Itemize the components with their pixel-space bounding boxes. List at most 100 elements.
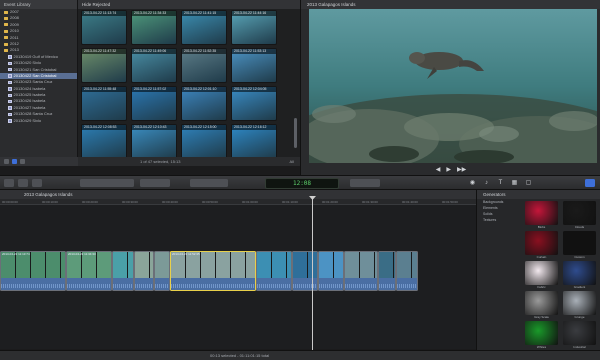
timeline-clip[interactable] [344,251,378,291]
thumbnail-grid: 2013-04-22 11:13:74 2013-04-22 11:34:33 20… [81,10,291,159]
clip-filmstrip [1,252,65,280]
clip-thumbnail[interactable]: 2013-04-22 11:49:06 [131,48,177,83]
timeline-ruler[interactable]: 00:00:00:00 00:00:10:00 00:00:20:00 00:00:3… [0,199,476,205]
event-library-title: Event Library [0,0,77,9]
ruler-tick-label: 00:00:10:00 [42,200,58,204]
generator-tile-label: Custom [574,255,585,259]
generator-category[interactable]: Textures [477,217,521,223]
clip-thumbnail[interactable]: 2013-04-22 11:52:35 [181,48,227,83]
clip-filmstrip [319,252,343,280]
timeline-clip[interactable] [154,251,170,291]
audio-waveform [319,284,343,288]
play-icon[interactable]: ▶ [446,166,451,173]
folder-icon [4,23,8,27]
clip-thumbnail[interactable]: 2013-04-22 12:04:05 [231,86,277,121]
generator-tile[interactable] [525,231,558,255]
enhancement-group[interactable] [350,179,380,187]
inspector-button[interactable] [585,179,595,187]
generator-tile[interactable] [525,291,558,315]
clip-thumbnail[interactable]: 2013-04-22 11:55:48 [81,86,127,121]
clip-thumbnail[interactable]: 2013-04-22 12:15:00 [181,124,227,159]
selection-status: 1 of 47 selected, 15:13 [140,159,181,164]
event-icon [8,119,12,123]
settings-icon[interactable] [20,159,25,164]
event-item-label: 20130429 Sixlo [13,117,42,123]
analyze-button[interactable] [32,179,42,187]
ruler-tick-label: 00:01:30:00 [362,200,378,204]
generator-tile[interactable] [563,261,596,285]
generator-tile-label: Clouds [574,225,585,229]
generators-title: Generators [477,190,600,199]
browser-scrollbar[interactable] [294,118,297,148]
clip-thumbnail[interactable]: 2013-04-22 11:57:02 [131,86,177,121]
generators-icon[interactable]: ▦ [510,179,519,187]
timeline-clip[interactable] [292,251,318,291]
event-icon [8,112,12,117]
timeline-clip[interactable]: 2013-04-22 11:52:35 [170,251,256,291]
timeline[interactable]: 00:00:00:00 00:00:10:00 00:00:20:00 00:00:3… [0,199,476,349]
clip-thumbnail[interactable]: 2013-04-22 11:41:15 [181,10,227,45]
event-item[interactable]: 20130429 Sixlo [0,118,77,124]
generator-tile[interactable] [563,291,596,315]
generator-tile[interactable] [563,231,596,255]
previous-frame-icon[interactable]: ◀ [436,166,441,173]
timeline-clip[interactable] [396,251,418,291]
clip-thumbnail[interactable]: 2013-04-22 11:13:74 [81,10,127,45]
trim-tools-group[interactable] [140,179,170,187]
clip-audio [1,278,65,290]
generator-tile[interactable] [525,261,558,285]
audio-waveform [67,284,111,288]
camera-icon[interactable]: ◉ [468,179,477,187]
filmstrip-icon[interactable] [4,159,9,164]
timeline-clip[interactable] [134,251,154,291]
import-button[interactable] [4,179,14,187]
edit-tools-group[interactable] [80,179,134,187]
timeline-clip[interactable] [112,251,134,291]
video-frame[interactable] [309,9,597,163]
clip-audio [397,278,417,290]
timeline-clip[interactable]: 2013-04-22 11:13:74 [0,251,66,291]
folder-icon [4,42,8,46]
clip-filmstrip [379,252,395,280]
select-tool-group[interactable] [190,179,228,187]
event-icon [8,67,12,72]
viewer: 2013 Galapagos Islands ◀ ▶ ▶▶ [300,0,600,175]
filter-dropdown[interactable]: Hide Rejected [78,0,300,9]
event-icon [8,93,12,98]
clip-label: 2013-04-22 11:52:35 [172,252,200,256]
generator-tile[interactable] [525,321,558,345]
timecode-display[interactable]: 12:08 [265,178,339,189]
generator-tile[interactable] [563,201,596,225]
clip-thumbnail[interactable]: 2013-04-22 11:44:16 [231,10,277,45]
clip-thumbnail[interactable]: 2013-04-22 11:47:32 [81,48,127,83]
keyword-button[interactable] [18,179,28,187]
all-clips-filter[interactable]: All [290,157,294,166]
folder-icon [4,49,8,53]
clip-timestamp: 2013-04-22 12:01:10 [182,87,226,92]
clip-filmstrip [293,252,317,280]
generator-tile[interactable] [563,321,596,345]
timeline-clip[interactable]: 2013-04-22 11:34:33 [66,251,112,291]
clip-thumbnail[interactable]: 2013-04-22 12:10:43 [131,124,177,159]
timeline-clip[interactable] [256,251,292,291]
clip-thumbnail[interactable]: 2013-04-22 12:16:12 [231,124,277,159]
clip-thumbnail[interactable]: 2013-04-22 12:08:53 [81,124,127,159]
timeline-clip[interactable] [318,251,344,291]
titles-icon[interactable]: T [496,179,505,187]
themes-icon[interactable]: ▢ [524,179,533,187]
status-bar: 00:13 selected - 01:11:01:15 total [0,350,600,360]
clip-thumbnail[interactable]: 2013-04-22 11:53:13 [231,48,277,83]
ruler-tick-label: 00:00:40:00 [162,200,178,204]
generator-tile[interactable] [525,201,558,225]
list-view-icon[interactable] [12,159,17,164]
timeline-clip[interactable] [378,251,396,291]
music-icon[interactable]: ♪ [482,179,491,187]
clip-thumbnail[interactable]: 2013-04-22 12:01:10 [181,86,227,121]
audio-waveform [1,284,65,288]
clip-filmstrip [135,252,153,280]
clip-thumbnail[interactable]: 2013-04-22 11:34:33 [131,10,177,45]
event-icon [8,80,12,85]
timeline-title: 2013 Galapagos Islands [0,190,476,199]
playhead[interactable] [312,196,313,350]
next-frame-icon[interactable]: ▶▶ [457,166,466,173]
